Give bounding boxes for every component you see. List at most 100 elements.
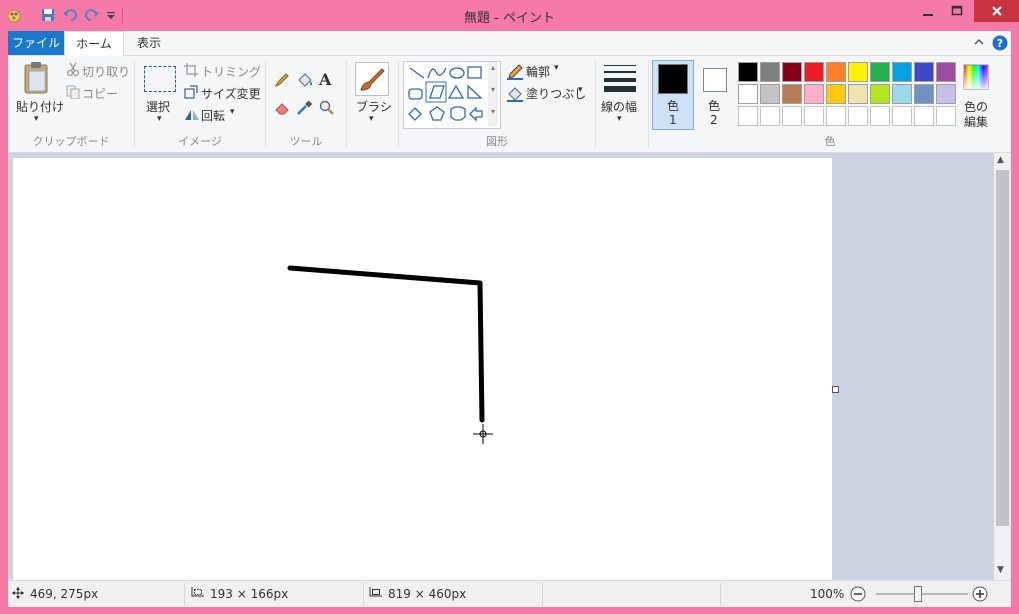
selection-size: 193 × 166px bbox=[210, 587, 289, 601]
palette-swatch[interactable] bbox=[870, 62, 890, 82]
zoom-slider-track[interactable] bbox=[876, 593, 968, 595]
fill-bucket-icon[interactable] bbox=[296, 72, 314, 88]
color2-swatch[interactable] bbox=[703, 68, 727, 92]
palette-custom-slot[interactable] bbox=[914, 106, 934, 126]
palette-custom-slot[interactable] bbox=[782, 106, 802, 126]
drawn-stroke bbox=[287, 265, 485, 423]
palette-swatch[interactable] bbox=[892, 84, 912, 104]
zoom-out-button[interactable] bbox=[850, 586, 866, 602]
text-tool-icon[interactable]: A bbox=[319, 70, 335, 89]
palette-swatch[interactable] bbox=[848, 84, 868, 104]
palette-swatch[interactable] bbox=[936, 84, 956, 104]
magnifier-icon[interactable] bbox=[319, 100, 335, 116]
palette-swatch[interactable] bbox=[738, 62, 758, 82]
palette-custom-slot[interactable] bbox=[936, 106, 956, 126]
zoom-in-button[interactable] bbox=[972, 586, 988, 602]
line-width-icon[interactable] bbox=[604, 64, 636, 94]
tab-home[interactable]: ホーム bbox=[64, 31, 124, 57]
palette-swatch[interactable] bbox=[760, 84, 780, 104]
eraser-icon[interactable] bbox=[274, 100, 290, 116]
zoom-slider-thumb[interactable] bbox=[914, 586, 922, 602]
outline-button[interactable]: 輪郭 bbox=[526, 63, 550, 80]
palette-custom-slot[interactable] bbox=[892, 106, 912, 126]
palette-swatch[interactable] bbox=[826, 84, 846, 104]
pencil-icon[interactable] bbox=[274, 72, 290, 88]
image-group-label: イメージ bbox=[178, 135, 222, 148]
color1-number: 1 bbox=[669, 113, 677, 127]
color1-swatch bbox=[658, 64, 688, 94]
line-width-dropdown-icon[interactable]: ▾ bbox=[617, 114, 622, 124]
palette-swatch[interactable] bbox=[782, 62, 802, 82]
fill-dropdown-icon[interactable]: ▾ bbox=[578, 85, 583, 95]
close-button[interactable] bbox=[974, 0, 1019, 22]
rotate-button[interactable]: 回転 bbox=[201, 107, 225, 124]
palette-custom-slot[interactable] bbox=[870, 106, 890, 126]
tab-file[interactable]: ファイル bbox=[8, 31, 64, 55]
rotate-dropdown-icon[interactable]: ▾ bbox=[230, 107, 235, 117]
status-separator bbox=[720, 583, 721, 605]
copy-button[interactable]: コピー bbox=[82, 85, 118, 102]
color2-label: 色 bbox=[708, 99, 721, 113]
palette-swatch[interactable] bbox=[914, 84, 934, 104]
cursor-position: 469, 275px bbox=[30, 587, 99, 601]
palette-custom-slot[interactable] bbox=[738, 106, 758, 126]
edit-colors-label-2[interactable]: 編集 bbox=[964, 113, 988, 130]
cut-button[interactable]: 切り取り bbox=[82, 63, 130, 80]
palette-swatch[interactable] bbox=[782, 84, 802, 104]
brushes-button[interactable]: ブラシ bbox=[356, 98, 392, 115]
edit-colors-icon[interactable] bbox=[963, 64, 989, 90]
resize-button[interactable]: サイズ変更 bbox=[201, 85, 261, 102]
crosshair-cursor-icon bbox=[473, 424, 493, 444]
status-separator bbox=[363, 583, 364, 605]
vertical-scroll-thumb[interactable] bbox=[996, 170, 1009, 526]
palette-custom-slot[interactable] bbox=[826, 106, 846, 126]
copy-icon bbox=[66, 85, 80, 100]
group-separator bbox=[595, 60, 596, 148]
tools-group-label: ツール bbox=[289, 135, 323, 148]
scroll-up-icon[interactable]: ▲ bbox=[997, 155, 1004, 165]
maximize-button[interactable] bbox=[942, 0, 972, 22]
brushes-dropdown-icon[interactable]: ▾ bbox=[369, 114, 374, 124]
palette-swatch[interactable] bbox=[848, 62, 868, 82]
select-icon[interactable] bbox=[144, 66, 176, 92]
paste-button[interactable]: 貼り付け bbox=[16, 98, 64, 115]
palette-swatch[interactable] bbox=[892, 62, 912, 82]
canvas-resize-handle[interactable] bbox=[832, 386, 839, 393]
palette-swatch[interactable] bbox=[760, 62, 780, 82]
scroll-down-icon[interactable]: ▼ bbox=[997, 565, 1004, 575]
colors-group-label: 色 bbox=[824, 135, 836, 148]
line-width-button[interactable]: 線の幅 bbox=[601, 98, 637, 115]
palette-swatch[interactable] bbox=[804, 84, 824, 104]
select-button[interactable]: 選択 bbox=[146, 98, 170, 115]
outline-dropdown-icon[interactable]: ▾ bbox=[554, 63, 559, 73]
brush-icon[interactable] bbox=[355, 62, 389, 96]
color1-label: 色 bbox=[667, 99, 680, 113]
minimize-button[interactable] bbox=[914, 0, 942, 22]
canvas-size: 819 × 460px bbox=[388, 587, 467, 601]
palette-swatch[interactable] bbox=[804, 62, 824, 82]
select-dropdown-icon[interactable]: ▾ bbox=[157, 114, 162, 124]
shapes-gallery-scroll[interactable]: ▴ ▾ ▾ bbox=[488, 62, 498, 126]
ribbon-collapse-icon[interactable] bbox=[972, 35, 986, 49]
drawing-canvas[interactable] bbox=[13, 158, 832, 580]
palette-swatch[interactable] bbox=[738, 84, 758, 104]
status-bar: 469, 275px 193 × 166px 819 × 460px 100% bbox=[8, 580, 1011, 607]
crop-button[interactable]: トリミング bbox=[201, 63, 261, 80]
palette-swatch[interactable] bbox=[936, 62, 956, 82]
tab-view[interactable]: 表示 bbox=[124, 31, 174, 55]
shapes-group-label: 図形 bbox=[486, 135, 508, 148]
palette-custom-slot[interactable] bbox=[848, 106, 868, 126]
palette-swatch[interactable] bbox=[914, 62, 934, 82]
window-title: 無題 - ペイント bbox=[464, 11, 555, 26]
svg-text:?: ? bbox=[997, 37, 1003, 50]
palette-custom-slot[interactable] bbox=[804, 106, 824, 126]
help-icon[interactable]: ? bbox=[992, 35, 1008, 51]
color-picker-icon[interactable] bbox=[296, 100, 313, 116]
palette-swatch[interactable] bbox=[870, 84, 890, 104]
clipboard-icon[interactable] bbox=[20, 61, 54, 97]
paste-dropdown-icon[interactable]: ▾ bbox=[34, 114, 39, 124]
palette-swatch[interactable] bbox=[826, 62, 846, 82]
outline-icon bbox=[507, 64, 523, 80]
ribbon-tabs: ファイル ホーム 表示 ? bbox=[8, 31, 1011, 57]
palette-custom-slot[interactable] bbox=[760, 106, 780, 126]
